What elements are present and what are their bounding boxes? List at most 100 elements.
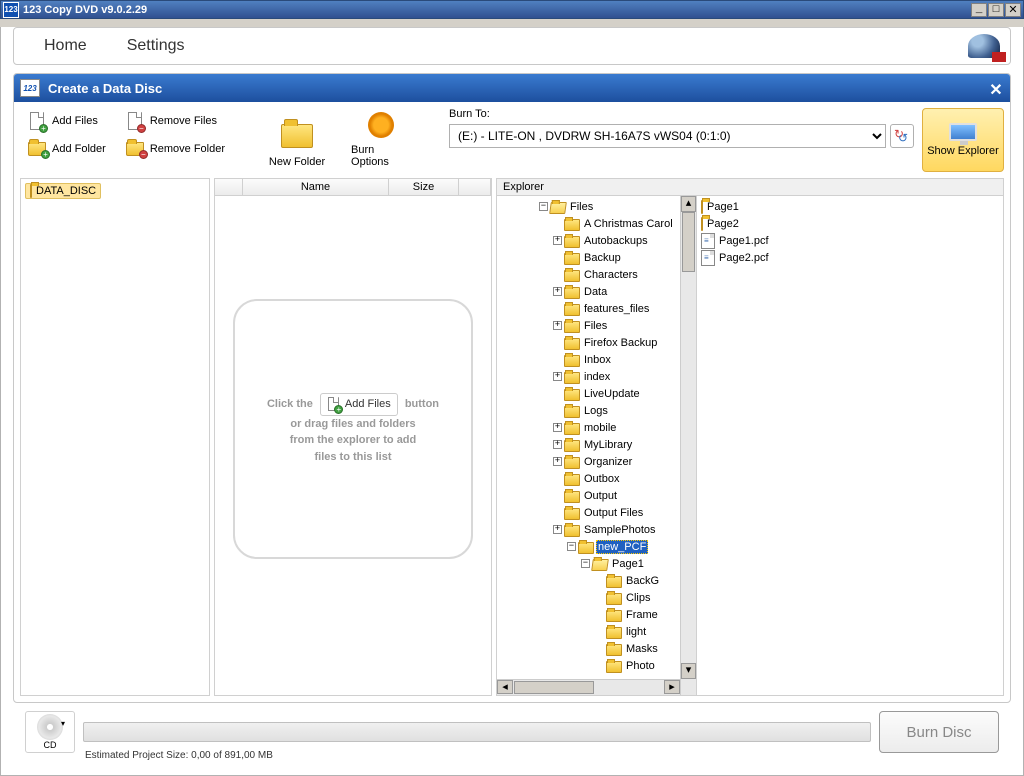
tree-node-label: Output Files	[582, 507, 645, 519]
show-explorer-button[interactable]: Show Explorer	[922, 108, 1004, 172]
file-item[interactable]: Page1.pcf	[699, 232, 1001, 249]
burn-to-select[interactable]: (E:) - LITE-ON , DVDRW SH-16A7S vWS04 (0…	[449, 124, 886, 148]
tree-node[interactable]: + SamplePhotos	[497, 521, 680, 538]
tree-expander[interactable]: +	[553, 236, 562, 245]
brand-logo	[968, 34, 1000, 58]
add-files-button[interactable]: + Add Files	[20, 108, 114, 134]
explorer-panel: Explorer −FilesA Christmas Carol+Autobac…	[496, 178, 1004, 696]
folder-icon	[578, 540, 594, 554]
folder-icon	[564, 455, 580, 469]
tree-node[interactable]: +Autobackups	[497, 232, 680, 249]
burn-disc-button[interactable]: Burn Disc	[879, 711, 999, 753]
maximize-button[interactable]: □	[988, 3, 1004, 17]
tree-node[interactable]: Frame	[497, 606, 680, 623]
tree-node[interactable]: Outbox	[497, 470, 680, 487]
remove-folder-button[interactable]: − Remove Folder	[118, 136, 233, 162]
section-title: Create a Data Disc	[48, 81, 988, 96]
file-item[interactable]: Page2	[699, 215, 1001, 232]
tree-h-scrollbar[interactable]: ◂ ▸	[497, 679, 680, 695]
remove-files-button[interactable]: − Remove Files	[118, 108, 233, 134]
minimize-button[interactable]: _	[971, 3, 987, 17]
tree-node[interactable]: Characters	[497, 266, 680, 283]
folder-icon	[564, 336, 580, 350]
menu-settings[interactable]: Settings	[107, 33, 205, 59]
file-item[interactable]: Page2.pcf	[699, 249, 1001, 266]
tree-node-label: Firefox Backup	[582, 337, 659, 349]
tree-node-label: SamplePhotos	[582, 524, 658, 536]
scroll-right-button[interactable]: ▸	[664, 680, 680, 694]
scroll-left-button[interactable]: ◂	[497, 680, 513, 694]
folder-icon	[564, 404, 580, 418]
tree-expander[interactable]: −	[567, 542, 576, 551]
tree-node[interactable]: light	[497, 623, 680, 640]
folder-icon	[550, 200, 566, 214]
tree-node[interactable]: LiveUpdate	[497, 385, 680, 402]
file-item[interactable]: Page1	[699, 198, 1001, 215]
tree-node[interactable]: −new_PCF	[497, 538, 680, 555]
tree-node[interactable]: Output	[497, 487, 680, 504]
menu-home[interactable]: Home	[24, 33, 107, 59]
tree-expander[interactable]: −	[581, 559, 590, 568]
tree-node[interactable]: Masks	[497, 640, 680, 657]
tree-node[interactable]: +MyLibrary	[497, 436, 680, 453]
column-end[interactable]	[459, 179, 491, 195]
refresh-drives-button[interactable]	[890, 124, 914, 148]
folder-icon	[564, 506, 580, 520]
folder-icon	[564, 234, 580, 248]
tree-node[interactable]: − Page1	[497, 555, 680, 572]
disc-type-button[interactable]: CD ▾	[25, 711, 75, 753]
folder-icon	[564, 438, 580, 452]
tree-node[interactable]: A Christmas Carol	[497, 215, 680, 232]
add-folder-button[interactable]: + Add Folder	[20, 136, 114, 162]
tree-expander[interactable]: +	[553, 423, 562, 432]
tree-node[interactable]: Output Files	[497, 504, 680, 521]
drop-hint-add-files-chip[interactable]: + Add Files	[320, 393, 398, 416]
section-app-icon: 123	[20, 79, 40, 97]
tree-node[interactable]: features_files	[497, 300, 680, 317]
scroll-down-button[interactable]: ▾	[681, 663, 696, 679]
column-spacer[interactable]	[215, 179, 243, 195]
tree-node[interactable]: +Data	[497, 283, 680, 300]
tree-node-label: Backup	[582, 252, 623, 264]
scroll-thumb-h[interactable]	[514, 681, 594, 694]
tree-node-label: features_files	[582, 303, 651, 315]
tree-node[interactable]: + Organizer	[497, 453, 680, 470]
compilation-root-node[interactable]: DATA_DISC	[25, 183, 101, 199]
scroll-thumb[interactable]	[682, 212, 695, 272]
tree-expander[interactable]: +	[553, 287, 562, 296]
tree-node[interactable]: +Files	[497, 317, 680, 334]
monitor-icon	[949, 123, 977, 141]
folder-icon	[606, 574, 622, 588]
compilation-root-label: DATA_DISC	[36, 185, 96, 197]
tree-node[interactable]: Photo	[497, 657, 680, 674]
tree-node[interactable]: Backup	[497, 249, 680, 266]
toolbar: + Add Files + Add Folder − Remove Files …	[14, 102, 1010, 178]
column-name[interactable]: Name	[243, 179, 389, 195]
tree-node-label: Page1	[610, 558, 646, 570]
tree-node[interactable]: +mobile	[497, 419, 680, 436]
tree-expander[interactable]: +	[553, 372, 562, 381]
new-folder-button[interactable]: New Folder	[257, 108, 337, 172]
tree-node[interactable]: Firefox Backup	[497, 334, 680, 351]
drop-hint[interactable]: Click the + Add Files button or drag fil…	[233, 299, 473, 559]
column-size[interactable]: Size	[389, 179, 459, 195]
tree-node[interactable]: BackG	[497, 572, 680, 589]
tree-node[interactable]: +index	[497, 368, 680, 385]
scroll-up-button[interactable]: ▴	[681, 196, 696, 212]
tree-expander[interactable]: −	[539, 202, 548, 211]
tree-node[interactable]: Clips	[497, 589, 680, 606]
tree-node-label: Organizer	[582, 456, 634, 468]
tree-node[interactable]: Inbox	[497, 351, 680, 368]
tree-expander[interactable]: +	[553, 457, 562, 466]
tree-node[interactable]: −Files	[497, 198, 680, 215]
section-header: 123 Create a Data Disc ✕	[14, 74, 1010, 102]
close-button[interactable]: ✕	[1005, 3, 1021, 17]
burn-options-button[interactable]: Burn Options	[341, 108, 421, 172]
section-close-button[interactable]: ✕	[988, 80, 1004, 96]
tree-expander[interactable]: +	[553, 440, 562, 449]
tree-node-label: A Christmas Carol	[582, 218, 675, 230]
tree-v-scrollbar[interactable]: ▴ ▾	[680, 196, 696, 695]
tree-node[interactable]: Logs	[497, 402, 680, 419]
tree-expander[interactable]: +	[553, 321, 562, 330]
tree-expander[interactable]: +	[553, 525, 562, 534]
